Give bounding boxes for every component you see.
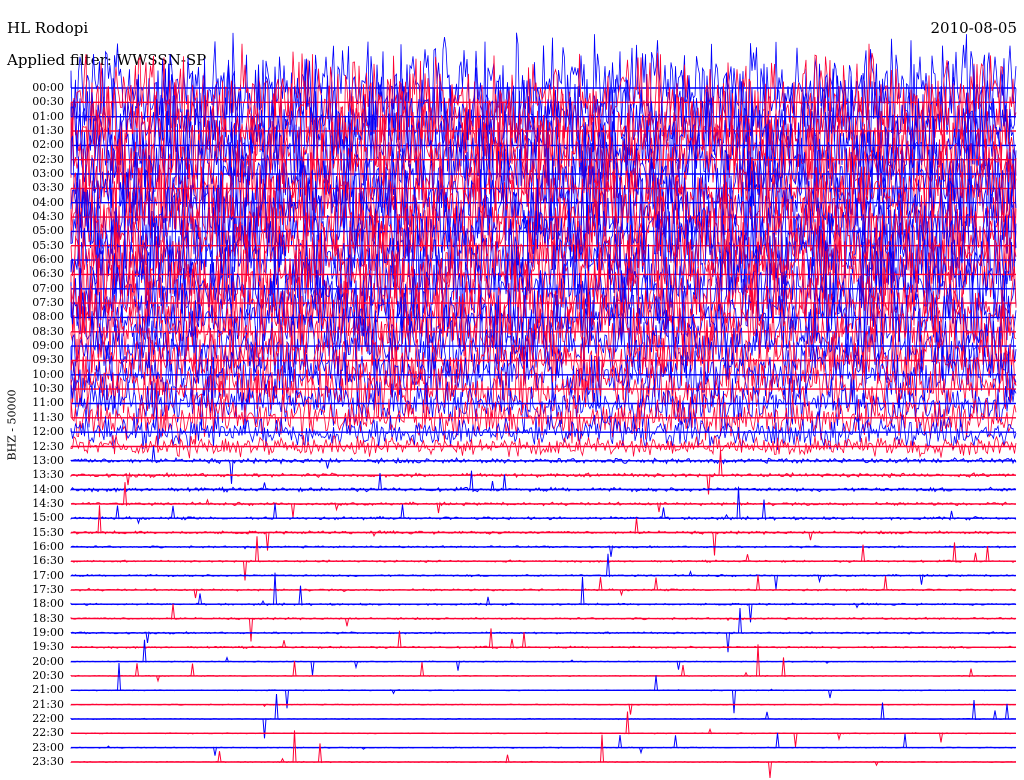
trace-2200 (70, 693, 1016, 739)
trace-1730 (70, 575, 1017, 599)
trace-2230 (70, 711, 1017, 747)
seismogram-plot (70, 32, 1017, 779)
trace-1530 (70, 505, 1017, 556)
trace-2100 (70, 662, 1017, 714)
trace-2000 (70, 639, 1017, 676)
trace-1830 (70, 603, 1017, 642)
trace-1800 (70, 572, 1017, 623)
trace-1400 (70, 470, 1017, 493)
trace-1700 (70, 553, 1017, 590)
trace-2130 (70, 703, 1017, 715)
trace-1430 (70, 482, 1017, 518)
trace-2300 (70, 732, 1017, 756)
trace-2330 (70, 730, 1017, 779)
trace-1900 (70, 607, 1017, 653)
trace-1930 (70, 628, 1017, 650)
trace-1630 (70, 536, 1017, 581)
trace-1330 (70, 450, 1017, 495)
